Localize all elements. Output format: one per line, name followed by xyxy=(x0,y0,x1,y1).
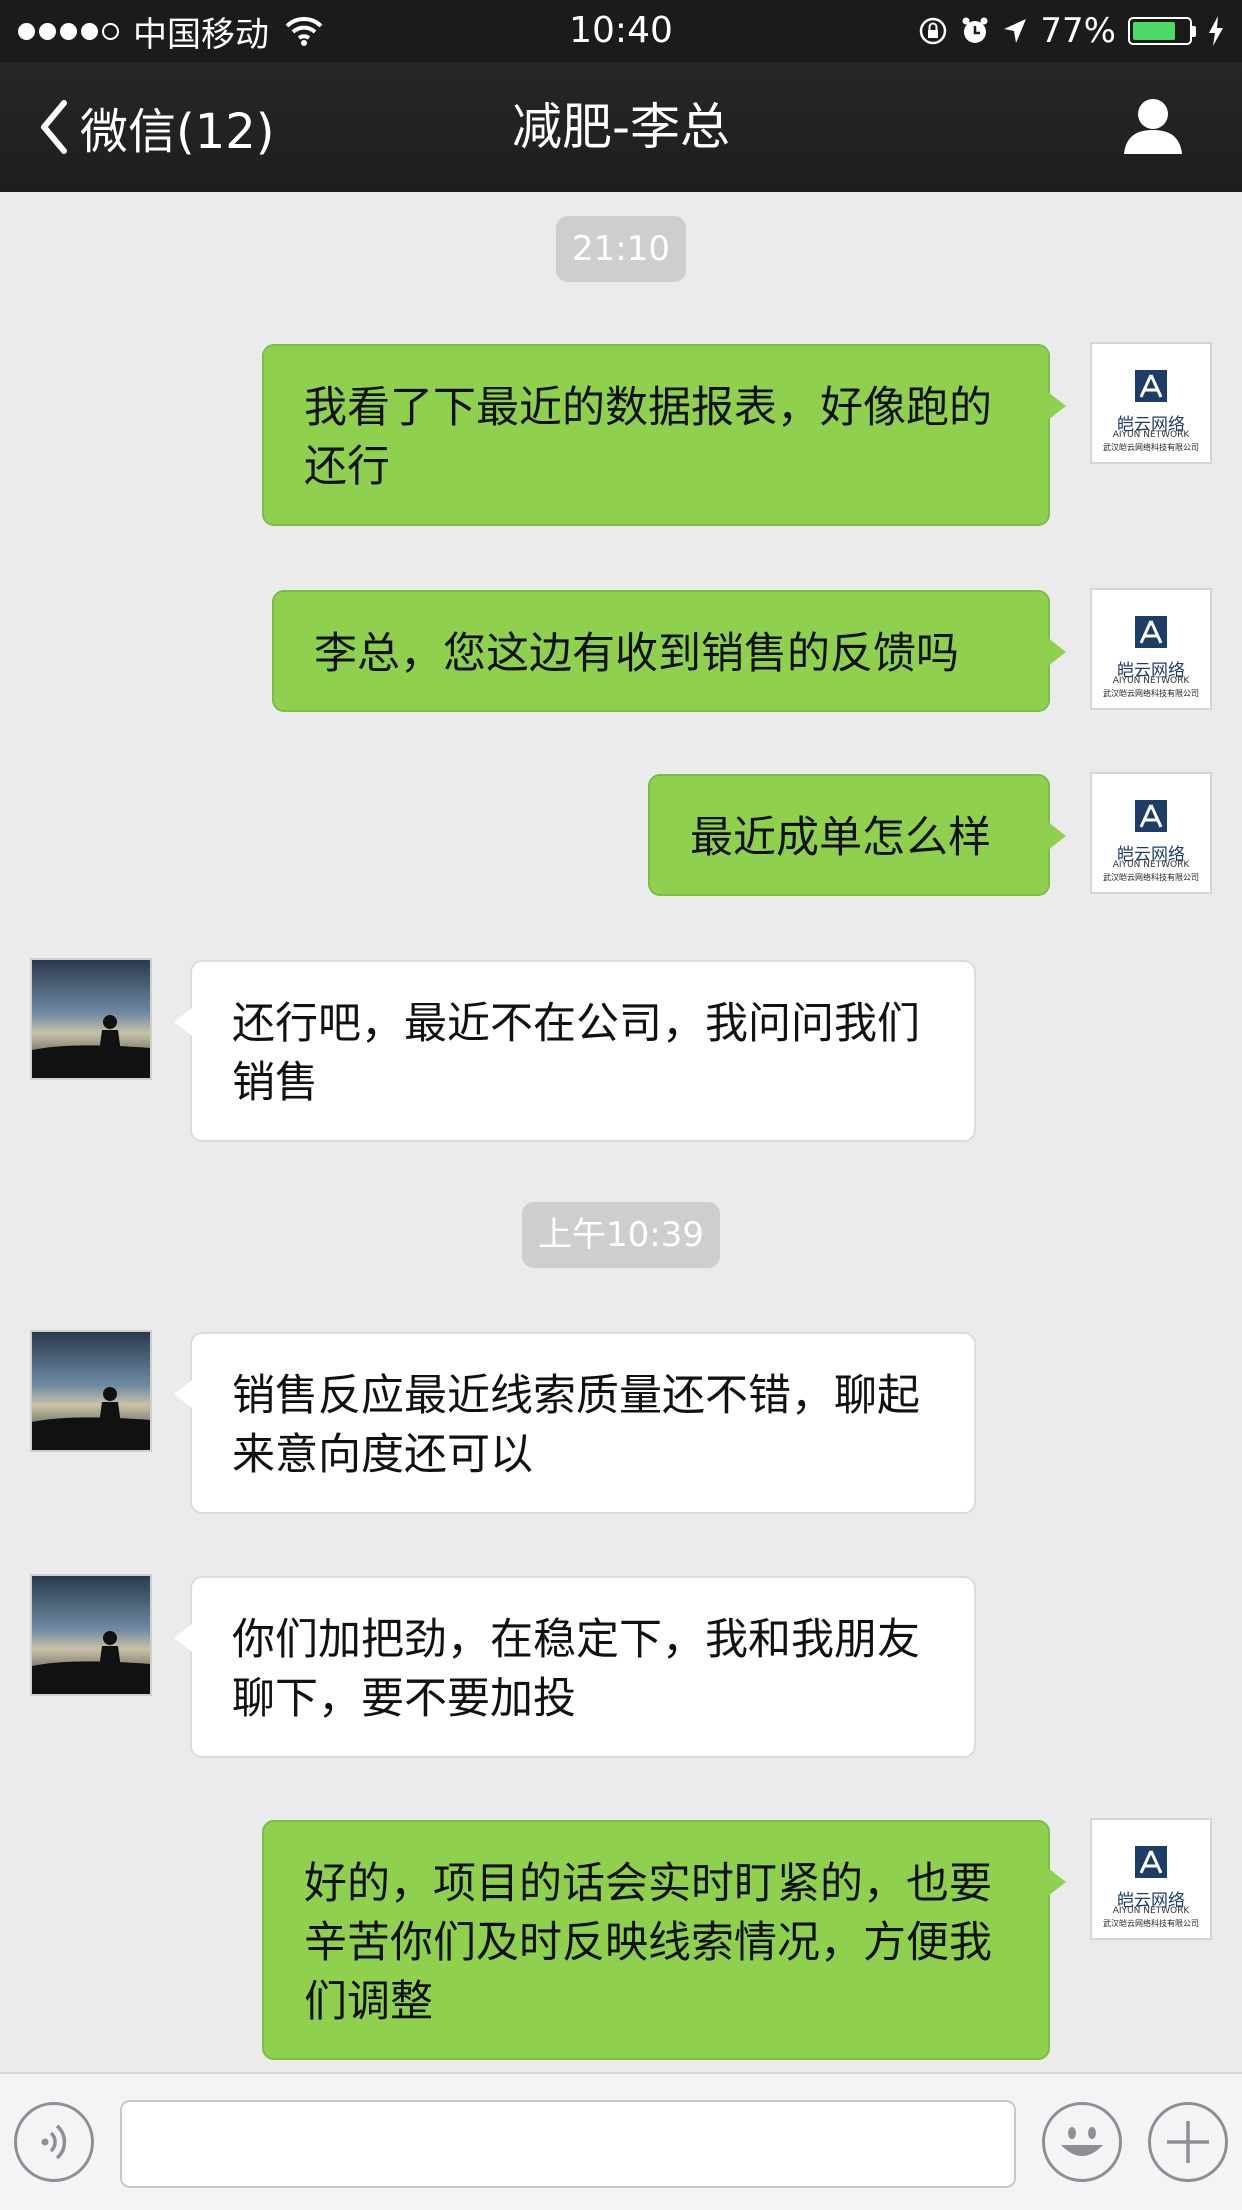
logo-company: 武汉皑云网络科技有限公司 xyxy=(1103,1919,1199,1928)
company-logo-icon xyxy=(1135,616,1167,648)
avatar[interactable]: 皑云网络 AIYUN NETWORK 武汉皑云网络科技有限公司 xyxy=(1090,1818,1212,1940)
smiley-icon xyxy=(1061,2127,1103,2156)
location-icon xyxy=(1004,19,1027,43)
contact-photo-icon xyxy=(32,1576,150,1694)
message-received[interactable]: 你们加把劲，在稳定下，我和我朋友聊下，要不要加投 xyxy=(174,1576,976,1758)
message-input[interactable] xyxy=(120,2100,1016,2188)
message-sent[interactable]: 好的，项目的话会实时盯紧的，也要辛苦你们及时反映线索情况，方便我们调整 xyxy=(262,1820,1066,2060)
timestamp: 上午10:39 xyxy=(522,1202,720,1268)
voice-button[interactable] xyxy=(14,2102,94,2182)
avatar[interactable] xyxy=(30,958,152,1080)
logo-company: 武汉皑云网络科技有限公司 xyxy=(1103,443,1199,452)
charging-icon xyxy=(1209,16,1223,46)
nav-bar: 微信(12) 减肥-李总 xyxy=(0,62,1242,192)
emoji-button[interactable] xyxy=(1042,2102,1122,2182)
status-bar: 中国移动 10:40 77% xyxy=(0,0,1242,62)
message-sent[interactable]: 最近成单怎么样 xyxy=(648,774,1066,896)
logo-subtext: AIYUN NETWORK xyxy=(1112,430,1190,440)
contact-photo-icon xyxy=(32,1332,150,1450)
company-logo-icon xyxy=(1135,1846,1167,1878)
message-received[interactable]: 销售反应最近线索质量还不错，聊起来意向度还可以 xyxy=(174,1332,976,1514)
more-button[interactable] xyxy=(1148,2102,1228,2182)
logo-company: 武汉皑云网络科技有限公司 xyxy=(1103,689,1199,698)
logo-subtext: AIYUN NETWORK xyxy=(1112,676,1190,686)
battery-icon xyxy=(1128,17,1192,45)
message-sent[interactable]: 李总，您这边有收到销售的反馈吗 xyxy=(272,590,1066,712)
avatar[interactable]: 皑云网络 AIYUN NETWORK 武汉皑云网络科技有限公司 xyxy=(1090,588,1212,710)
logo-subtext: AIYUN NETWORK xyxy=(1112,860,1190,870)
logo-company: 武汉皑云网络科技有限公司 xyxy=(1103,873,1199,882)
message-sent[interactable]: 我看了下最近的数据报表，好像跑的还行 xyxy=(262,344,1066,526)
avatar[interactable] xyxy=(30,1330,152,1452)
battery-percent: 77% xyxy=(1040,11,1116,51)
plus-icon xyxy=(1167,2121,1209,2163)
chat-title: 减肥-李总 xyxy=(511,98,731,156)
rotation-lock-icon xyxy=(920,17,947,45)
company-logo-icon xyxy=(1135,370,1167,402)
contact-photo-icon xyxy=(32,960,150,1078)
timestamp: 21:10 xyxy=(556,216,686,282)
avatar[interactable]: 皑云网络 AIYUN NETWORK 武汉皑云网络科技有限公司 xyxy=(1090,342,1212,464)
avatar[interactable] xyxy=(30,1574,152,1696)
voice-icon xyxy=(41,2124,67,2160)
logo-subtext: AIYUN NETWORK xyxy=(1112,1906,1190,1916)
company-logo-icon xyxy=(1135,800,1167,832)
alarm-icon xyxy=(962,17,988,43)
chat-area[interactable]: 21:10 我看了下最近的数据报表，好像跑的还行 皑云网络 AIYUN NETW… xyxy=(0,192,1242,2072)
input-bar xyxy=(0,2072,1242,2210)
avatar[interactable]: 皑云网络 AIYUN NETWORK 武汉皑云网络科技有限公司 xyxy=(1090,772,1212,894)
profile-icon[interactable] xyxy=(1122,96,1184,158)
status-right: 77% xyxy=(918,8,1224,54)
message-received[interactable]: 还行吧，最近不在公司，我问问我们销售 xyxy=(174,960,976,1142)
